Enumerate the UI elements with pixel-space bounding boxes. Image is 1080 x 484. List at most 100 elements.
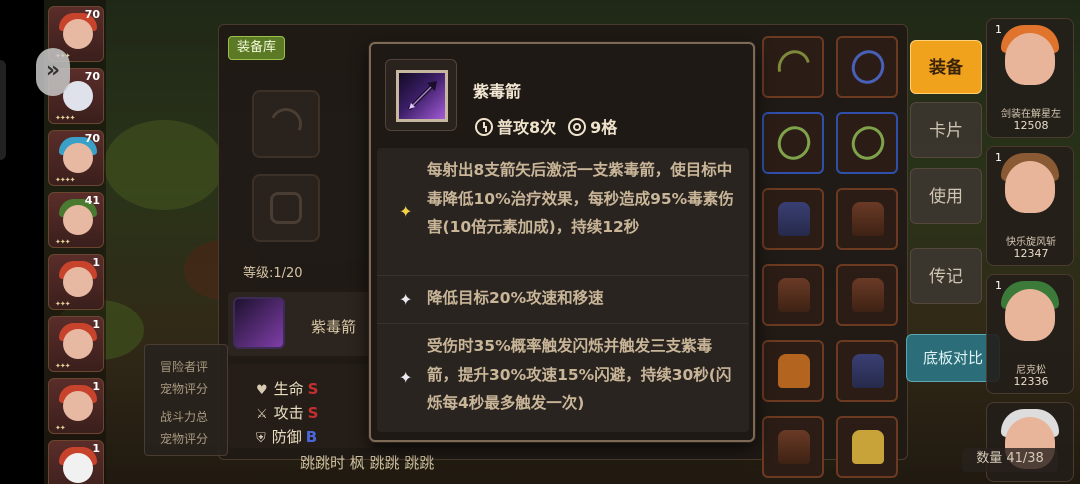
hero-card[interactable]: 1 快乐旋风斩 12347	[986, 146, 1074, 266]
info-line: 冒险者评	[160, 360, 209, 374]
clock-icon	[475, 118, 493, 136]
poison-arrow-icon	[396, 70, 448, 122]
stat-label: 生命	[273, 380, 304, 398]
character-level: 1	[92, 380, 100, 393]
character-level: 1	[92, 442, 100, 455]
bow-icon	[845, 44, 891, 90]
left-edge-tab[interactable]	[0, 60, 6, 160]
hero-name: 剑装在解星左	[1001, 109, 1061, 120]
hero-avatar	[1005, 289, 1055, 341]
character-slot[interactable]: 70 ✦✦✦✦	[48, 130, 104, 186]
bow-icon	[771, 44, 817, 90]
tooltip-effects: ✦ 每射出8支箭矢后激活一支紫毒箭，使目标中毒降低10%治疗效果，每秒造成95%…	[377, 148, 749, 432]
info-line: 宠物评分	[160, 382, 209, 396]
hero-count: 1	[995, 279, 1002, 292]
heart-icon: ♥	[256, 383, 268, 398]
hero-avatar	[1005, 33, 1055, 85]
use-button[interactable]: 使用	[910, 168, 982, 224]
character-slot[interactable]: 1 ✦✦✦	[48, 254, 104, 310]
hero-card[interactable]: 1 尼克松 12336	[986, 274, 1074, 394]
armor-icon	[852, 430, 884, 464]
item-slot[interactable]	[836, 36, 898, 98]
effect-entry: ✦ 每射出8支箭矢后激活一支紫毒箭，使目标中毒降低10%治疗效果，每秒造成95%…	[377, 148, 749, 276]
selected-item-name: 紫毒箭	[311, 318, 357, 336]
stat-label: 攻击	[273, 404, 304, 422]
character-slot[interactable]: 1 ✦✦	[48, 378, 104, 434]
armor-icon	[852, 354, 884, 388]
count-label: 数量	[976, 451, 1003, 466]
star-rating: ✦✦✦✦	[55, 176, 75, 184]
equip-button[interactable]: 装备	[910, 40, 982, 94]
info-line: 战斗力总	[160, 410, 209, 424]
armor-icon	[778, 202, 810, 236]
count-value: 41/38	[1006, 451, 1044, 466]
bottom-hint: 跳跳时 枫 跳跳 跳跳	[300, 454, 435, 472]
card-button[interactable]: 卡片	[910, 102, 982, 158]
library-tab[interactable]: 装备库	[228, 36, 286, 60]
item-slot[interactable]	[762, 112, 824, 174]
armor-icon	[778, 278, 810, 312]
armor-icon	[778, 430, 810, 464]
equipment-slot-weapon[interactable]	[252, 90, 320, 158]
legend-button[interactable]: 传记	[910, 248, 982, 304]
armor-icon	[852, 202, 884, 236]
gold-star-icon: ✦	[399, 202, 413, 221]
character-slot[interactable]: 1	[48, 440, 104, 484]
item-slot[interactable]	[836, 112, 898, 174]
hero-card[interactable]: 1 剑装在解星左 12508	[986, 18, 1074, 138]
character-level: 70	[84, 132, 100, 145]
item-count: 数量 41/38	[962, 448, 1058, 472]
item-slot[interactable]	[762, 416, 824, 478]
character-slot[interactable]: 1 ✦✦✦	[48, 316, 104, 372]
pet-silhouette-icon	[270, 192, 302, 224]
character-level: 41	[84, 194, 100, 207]
star-rating: ✦✦✦✦	[55, 114, 75, 122]
effect-entry: ✦ 受伤时35%概率触发闪烁并触发三支紫毒箭，提升30%攻速15%闪避，持续30…	[377, 324, 749, 430]
stat-defense: ⛨ 防御 B	[256, 426, 317, 447]
collapse-arrow-icon[interactable]: »	[36, 48, 70, 96]
item-slot[interactable]	[836, 264, 898, 326]
sword-icon: ⚔	[256, 407, 268, 422]
character-level: 70	[84, 70, 100, 83]
star-rating: ✦✦✦	[55, 300, 71, 308]
stat-grade: S	[307, 380, 319, 398]
armor-icon	[778, 354, 810, 388]
effect-entry: ✦ 降低目标20%攻速和移速	[377, 276, 749, 324]
hero-power: 12347	[1013, 247, 1049, 260]
stat-grade: B	[305, 428, 318, 446]
effect-text: 每射出8支箭矢后激活一支紫毒箭，使目标中毒降低10%治疗效果，每秒造成95%毒素…	[427, 161, 734, 236]
character-slot[interactable]: 41 ✦✦✦	[48, 192, 104, 248]
item-slot[interactable]	[836, 340, 898, 402]
stat-label: 防御	[271, 428, 302, 446]
cell-count: 9格	[590, 118, 618, 137]
item-meta: 普攻8次 9格	[475, 114, 617, 138]
hero-count: 1	[995, 151, 1002, 164]
item-icon-frame	[385, 59, 457, 131]
item-title: 紫毒箭	[473, 82, 522, 101]
item-slot[interactable]	[836, 188, 898, 250]
character-level: 1	[92, 256, 100, 269]
bow-icon	[771, 120, 817, 166]
trigger-condition: 普攻8次	[497, 118, 557, 137]
item-slot[interactable]	[762, 188, 824, 250]
hero-name: 尼克松	[1016, 365, 1046, 376]
silver-star-icon: ✦	[399, 290, 413, 309]
hero-count: 1	[995, 23, 1002, 36]
equipment-level: 等级:1/20	[243, 266, 303, 281]
tooltip-header: 紫毒箭 普攻8次 9格	[383, 54, 745, 146]
character-level: 1	[92, 318, 100, 331]
equipment-slot-pet[interactable]	[252, 174, 320, 242]
item-slot[interactable]	[762, 36, 824, 98]
effect-text: 受伤时35%概率触发闪烁并触发三支紫毒箭，提升30%攻速15%闪避，持续30秒(…	[427, 337, 732, 412]
poison-arrow-icon	[233, 297, 285, 349]
item-slot[interactable]	[836, 416, 898, 478]
bow-icon	[845, 120, 891, 166]
star-rating: ✦✦✦	[55, 362, 71, 370]
star-rating: ✦✦✦	[55, 238, 71, 246]
info-line: 宠物评分	[160, 432, 209, 446]
stat-hp: ♥ 生命 S	[256, 378, 318, 399]
star-rating: ✦✦	[55, 424, 66, 432]
item-slot[interactable]	[762, 264, 824, 326]
item-slot[interactable]	[762, 340, 824, 402]
stat-attack: ⚔ 攻击 S	[256, 402, 318, 423]
